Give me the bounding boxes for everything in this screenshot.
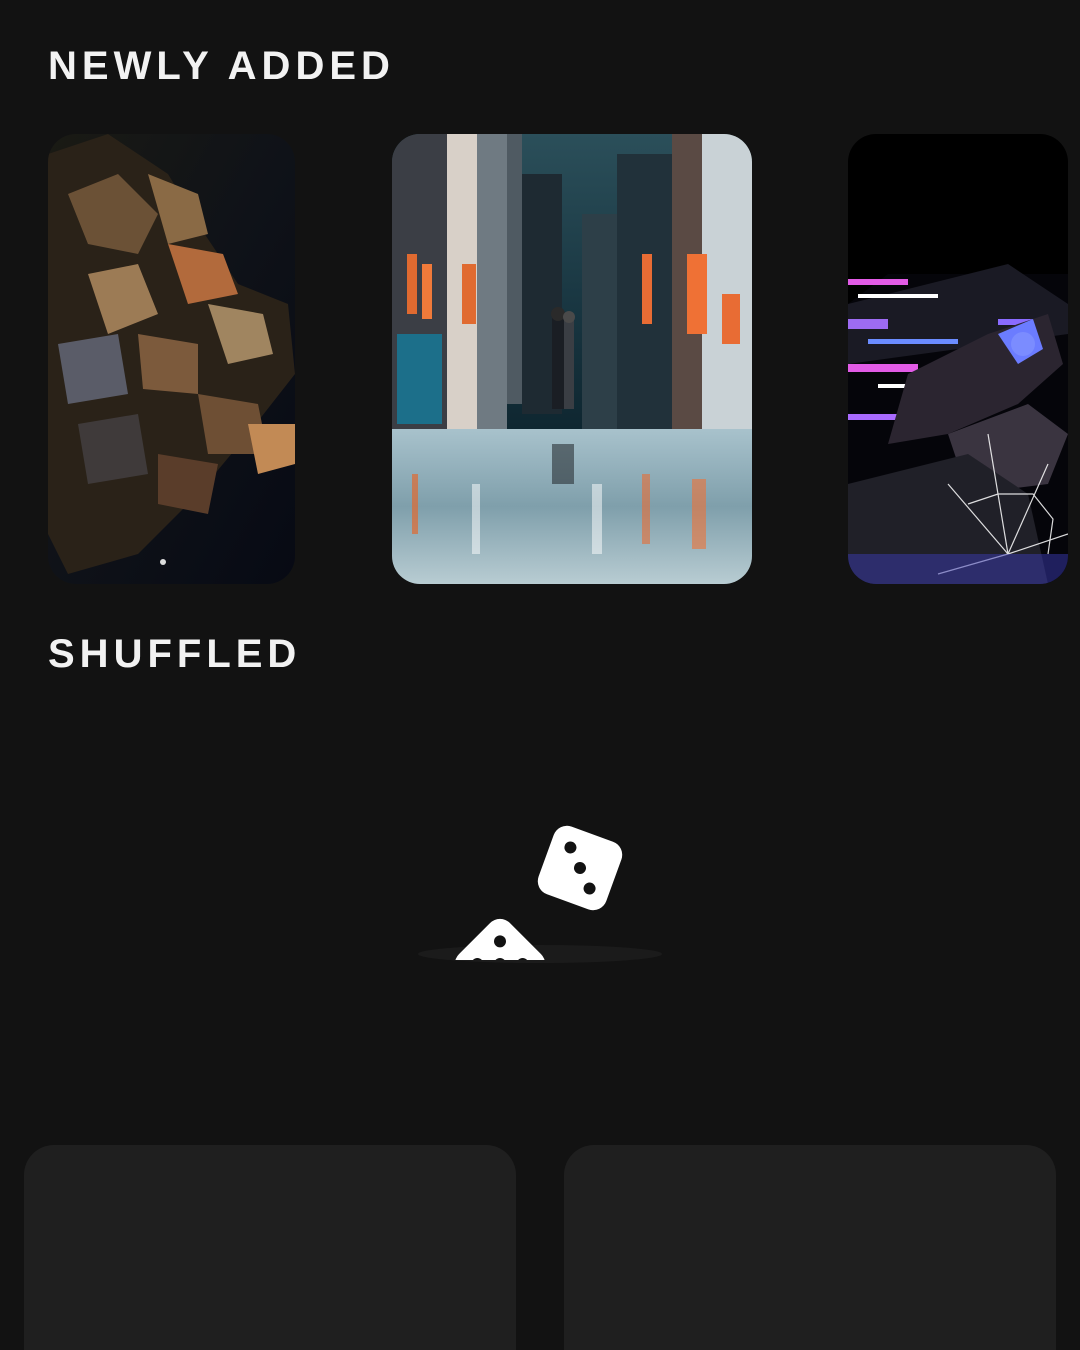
shuffled-heading: SHUFFLED [48,632,302,676]
dice-icon [418,825,662,963]
shuffled-card-placeholder[interactable] [564,1145,1056,1350]
wallpaper-card-city-street[interactable] [392,134,752,584]
wallpaper-card-anime-neon[interactable] [848,134,1068,584]
wallpaper-card-aerial-rooftops[interactable] [48,134,295,584]
shuffled-card-placeholder[interactable] [24,1145,516,1350]
wallpaper-thumbnail [48,134,295,584]
wallpaper-thumbnail [848,134,1068,584]
loading-dice-icon [400,820,680,970]
newly-added-carousel[interactable] [0,134,1080,584]
wallpaper-thumbnail [392,134,752,584]
wallpaper-home-screen: NEWLY ADDED SHUFFLED [0,0,1080,1350]
newly-added-heading: NEWLY ADDED [48,44,395,88]
